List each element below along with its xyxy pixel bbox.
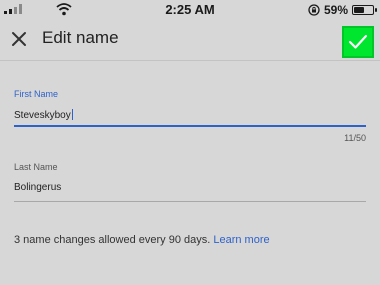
first-name-label: First Name — [14, 89, 59, 99]
rotation-lock-icon — [308, 4, 320, 16]
name-change-info-text: 3 name changes allowed every 90 days. — [14, 234, 211, 246]
status-right-group: 59% — [308, 2, 377, 18]
app-bar: Edit name — [0, 20, 380, 61]
page-title: Edit name — [42, 28, 119, 47]
status-bar: 2:25 AM 59% — [0, 0, 380, 20]
save-button[interactable] — [342, 26, 374, 58]
first-name-underline — [14, 125, 366, 127]
text-caret — [71, 109, 73, 120]
last-name-label: Last Name — [14, 162, 58, 172]
battery-fill — [354, 7, 364, 13]
character-counter: 11/50 — [344, 133, 366, 143]
first-name-value: Steveskyboy — [14, 110, 71, 121]
battery-icon — [352, 5, 377, 15]
name-change-info: 3 name changes allowed every 90 days. Le… — [14, 234, 270, 246]
learn-more-link[interactable]: Learn more — [213, 234, 269, 246]
checkmark-icon — [348, 34, 368, 49]
battery-percent: 59% — [323, 3, 348, 17]
last-name-underline — [14, 201, 366, 202]
close-icon[interactable] — [8, 28, 30, 50]
first-name-input[interactable]: Steveskyboy — [14, 109, 73, 121]
last-name-input[interactable]: Bolingerus — [14, 182, 61, 193]
